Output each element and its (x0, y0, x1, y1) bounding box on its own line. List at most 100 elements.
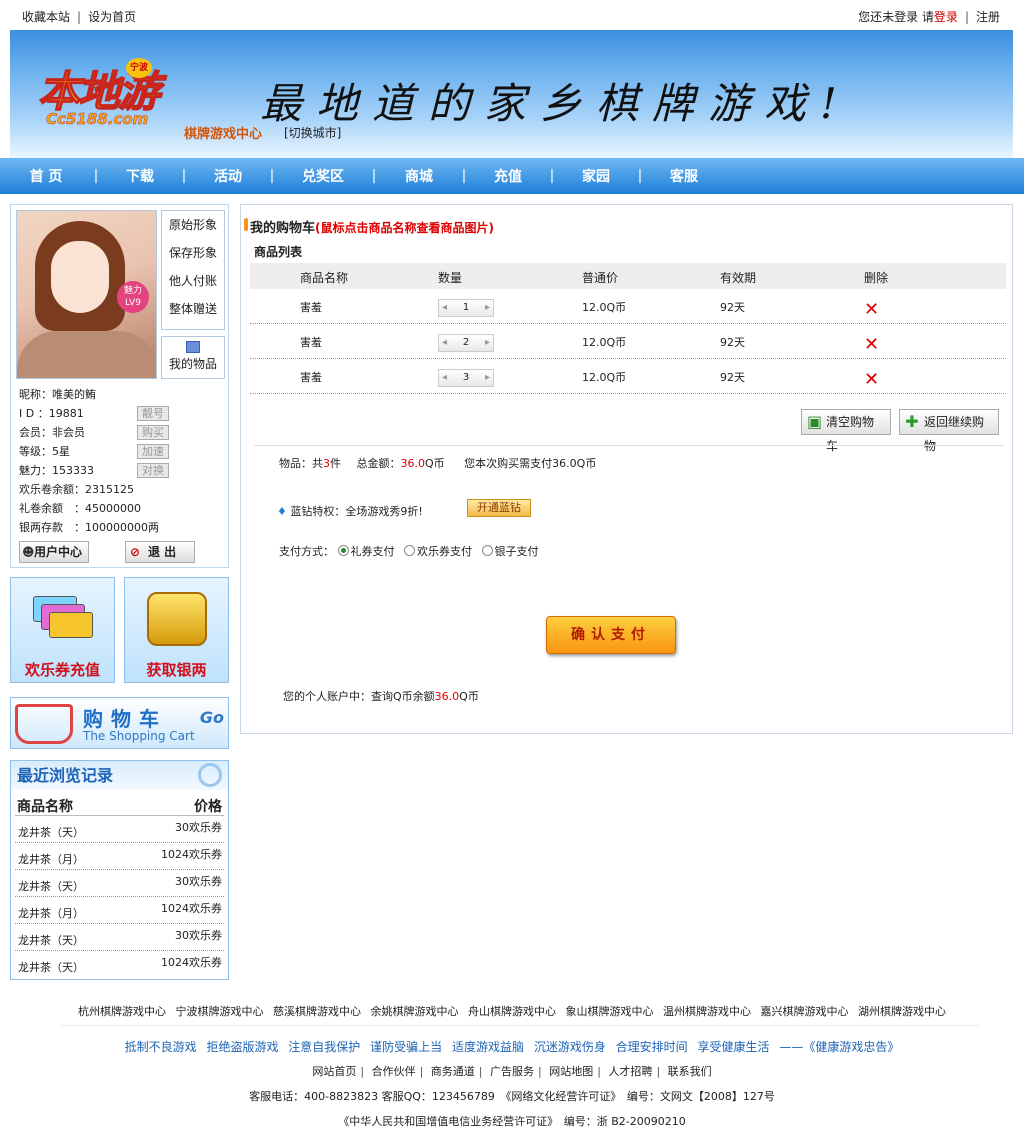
avatar-actions: 原始形象 保存形象 他人付账 整体赠送 (161, 210, 225, 330)
continue-shopping-label: 返回继续购物 (924, 415, 985, 453)
avatar-face (51, 241, 109, 313)
city-link[interactable]: 慈溪棋牌游戏中心 (273, 1005, 361, 1018)
speed-up-button[interactable]: 加速 (137, 444, 169, 459)
pay-option-silver[interactable]: 银子支付 (481, 545, 539, 558)
nav-home[interactable]: 首 页 (10, 166, 82, 186)
col-name: 商品名称 (300, 271, 349, 285)
summary-items-count: 3 (323, 457, 330, 470)
bookmark-link[interactable]: 收藏本站 (22, 10, 70, 24)
recent-row[interactable]: 龙井茶（月） 1024欢乐券 (15, 843, 224, 870)
radio-icon[interactable] (337, 545, 349, 556)
quantity-stepper[interactable]: 1 (438, 299, 494, 317)
item-price: 12.0Q币 (582, 301, 627, 314)
city-link[interactable]: 杭州棋牌游戏中心 (78, 1005, 166, 1018)
item-name[interactable]: 害羞 (300, 369, 322, 385)
buy-member-button[interactable]: 购买 (137, 425, 169, 440)
center-name: 棋牌游戏中心 (184, 127, 263, 142)
recent-row[interactable]: 龙井茶（月） 1024欢乐券 (15, 897, 224, 924)
recent-col-price: 价格 (194, 799, 222, 815)
footer-link-sitemap[interactable]: 网站地图 (549, 1065, 593, 1078)
gift-all-button[interactable]: 整体赠送 (162, 295, 224, 323)
city-link[interactable]: 湖州棋牌游戏中心 (858, 1005, 946, 1018)
footer-link-contact[interactable]: 联系我们 (668, 1065, 712, 1078)
recent-item-name[interactable]: 龙井茶（天） (18, 959, 84, 975)
trash-icon: ▣ (807, 412, 823, 431)
city-links: 杭州棋牌游戏中心 宁波棋牌游戏中心 慈溪棋牌游戏中心 余姚棋牌游戏中心 舟山棋牌… (0, 1003, 1024, 1019)
item-name[interactable]: 害羞 (300, 299, 322, 315)
nav-prizes[interactable]: 兑奖区 (286, 166, 360, 186)
nav-service[interactable]: 客服 (654, 166, 714, 186)
delete-icon[interactable]: ✕ (864, 369, 879, 390)
clear-cart-button[interactable]: ▣ 清空购物车 (801, 409, 891, 453)
recent-row[interactable]: 龙井茶（天） 1024欢乐券 (15, 951, 224, 978)
pay-option-happy-coupon[interactable]: 欢乐券支付 (404, 545, 472, 558)
user-profile-panel: 魅力 LV9 原始形象 保存形象 他人付账 整体赠送 我的物品 昵称：唯美的鲔 … (10, 204, 229, 568)
save-look-button[interactable]: 保存形象 (162, 239, 224, 267)
nav-download[interactable]: 下载 (110, 166, 170, 186)
nav-activity[interactable]: 活动 (198, 166, 258, 186)
recent-views-title: 最近浏览记录 (11, 761, 228, 790)
footer-link-home[interactable]: 网站首页 (312, 1065, 356, 1078)
recent-row[interactable]: 龙井茶（天） 30欢乐券 (15, 924, 224, 951)
recent-item-name[interactable]: 龙井茶（天） (18, 932, 84, 948)
delete-icon[interactable]: ✕ (864, 334, 879, 355)
get-silver-promo[interactable]: 获取银两 (124, 577, 229, 683)
city-link[interactable]: 温州棋牌游戏中心 (663, 1005, 751, 1018)
coupon-recharge-promo[interactable]: 欢乐券充值 (10, 577, 115, 683)
nav-recharge[interactable]: 充值 (478, 166, 538, 186)
recent-item-name[interactable]: 龙井茶（月） (18, 851, 84, 867)
quantity-stepper[interactable]: 3 (438, 369, 494, 387)
original-look-button[interactable]: 原始形象 (162, 211, 224, 239)
my-items-button[interactable]: 我的物品 (161, 336, 225, 379)
continue-shopping-button[interactable]: ✚ 返回继续购物 (899, 409, 999, 453)
recent-item-name[interactable]: 龙井茶（月） (18, 905, 84, 921)
city-link[interactable]: 舟山棋牌游戏中心 (468, 1005, 556, 1018)
pay-option-gift-coupon[interactable]: 礼券支付 (337, 545, 395, 558)
open-blue-diamond-button[interactable]: 开通蓝钻 (467, 499, 531, 517)
pretty-id-button[interactable]: 靓号 (137, 406, 169, 421)
recent-row[interactable]: 龙井茶（天） 30欢乐券 (15, 870, 224, 897)
divider: | (419, 1065, 424, 1078)
recent-row[interactable]: 龙井茶（天） 30欢乐券 (15, 816, 224, 843)
info-level: 等级：5星 (19, 445, 70, 458)
summary-total-pre: 总金额： (356, 457, 401, 470)
exchange-button[interactable]: 对换 (137, 463, 169, 478)
register-link[interactable]: 注册 (976, 10, 1000, 24)
nav-mall[interactable]: 商城 (388, 166, 450, 186)
advice-item: 享受健康生活 (697, 1040, 770, 1054)
footer-link-ads[interactable]: 广告服务 (490, 1065, 534, 1078)
quantity-stepper[interactable]: 2 (438, 334, 494, 352)
set-homepage-link[interactable]: 设为首页 (88, 10, 136, 24)
account-pre: 您的个人账户中：查询Q币余额 (283, 690, 435, 703)
item-name[interactable]: 害羞 (300, 334, 322, 350)
others-pay-button[interactable]: 他人付账 (162, 267, 224, 295)
radio-icon[interactable] (481, 545, 493, 556)
city-link[interactable]: 嘉兴棋牌游戏中心 (761, 1005, 849, 1018)
health-advice: 抵制不良游戏 拒绝盗版游戏 注意自我保护 谨防受骗上当 适度游戏益脑 沉迷游戏伤… (0, 1038, 1024, 1055)
city-link[interactable]: 余姚棋牌游戏中心 (371, 1005, 459, 1018)
footer-link-business[interactable]: 商务通道 (431, 1065, 475, 1078)
footer-contact-license: 客服电话：400-8823823 客服QQ：123456789 《网络文化经营许… (249, 1090, 775, 1103)
switch-city-link[interactable]: [切换城市] (284, 124, 341, 141)
footer-link-jobs[interactable]: 人才招聘 (608, 1065, 652, 1078)
city-link[interactable]: 象山棋牌游戏中心 (566, 1005, 654, 1018)
header-banner: 本地游 宁波 Cc5188.com 最地道的家乡棋牌游戏! 棋牌游戏中心 [切换… (10, 30, 1013, 158)
recent-item-name[interactable]: 龙井茶（天） (18, 824, 84, 840)
radio-icon[interactable] (404, 545, 415, 556)
footer-link-partners[interactable]: 合作伙伴 (372, 1065, 416, 1078)
vip-text: 蓝钻特权：全场游戏秀9折! (290, 505, 423, 518)
confirm-payment-button[interactable]: 确认支付 (546, 616, 676, 654)
user-center-button[interactable]: 用户中心 (19, 541, 89, 563)
recent-item-name[interactable]: 龙井茶（天） (18, 878, 84, 894)
delete-icon[interactable]: ✕ (864, 299, 879, 320)
site-logo[interactable]: 本地游 宁波 Cc5188.com (37, 58, 176, 136)
recent-item-price: 1024欢乐券 (161, 956, 222, 969)
shopping-cart-banner[interactable]: 购物车 The Shopping Cart Go (10, 697, 229, 749)
city-link[interactable]: 宁波棋牌游戏中心 (176, 1005, 264, 1018)
logout-button[interactable]: 退 出 (125, 541, 195, 563)
nav-home-garden[interactable]: 家园 (566, 166, 626, 186)
divider: | (597, 1065, 601, 1078)
login-link[interactable]: 登录 (934, 10, 958, 24)
cart-title-text: 我的购物车 (250, 221, 316, 236)
info-silver: 银两存款 ：100000000两 (19, 521, 159, 534)
